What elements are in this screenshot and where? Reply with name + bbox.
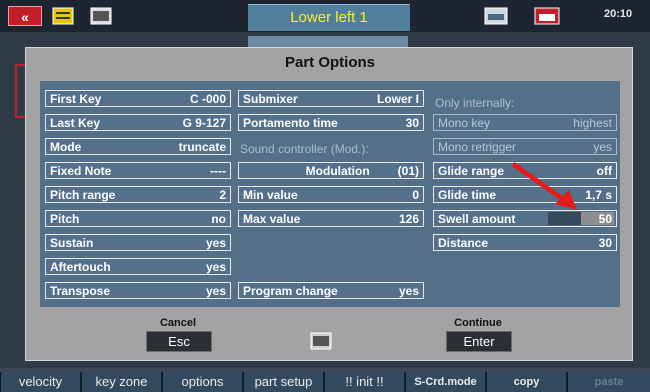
- annotation-arrow-icon: [511, 161, 577, 210]
- field-value: (01): [397, 163, 419, 178]
- field-label: Last Key: [50, 115, 101, 130]
- field-value: 126: [398, 211, 419, 226]
- back-double-chevron-icon[interactable]: «: [8, 6, 42, 26]
- field-value: yes: [205, 283, 226, 298]
- field-label: Pitch range: [50, 187, 116, 202]
- clock-time: 20:10: [604, 8, 633, 20]
- field-value: C -000: [189, 91, 226, 106]
- key-zone-button[interactable]: key zone: [81, 372, 161, 392]
- field-value: off: [596, 163, 612, 178]
- sound-controller-heading: Sound controller (Mod.):: [240, 142, 369, 156]
- esc-button[interactable]: Esc: [146, 331, 212, 352]
- field-value: 30: [598, 235, 612, 250]
- field-label: Mode: [50, 139, 82, 154]
- field-label: Submixer: [243, 91, 298, 106]
- field-label: Portamento time: [243, 115, 338, 130]
- init-button[interactable]: !! init !!: [324, 372, 404, 392]
- sustain-field[interactable]: Sustain yes: [45, 234, 231, 251]
- field-label: Aftertouch: [50, 259, 111, 274]
- transpose-field[interactable]: Transpose yes: [45, 282, 231, 299]
- field-value: yes: [205, 235, 226, 250]
- max-value-field[interactable]: Max value 126: [238, 210, 424, 227]
- dialog-title: Part Options: [284, 54, 375, 71]
- field-label: Glide range: [438, 163, 505, 178]
- split-icon[interactable]: [484, 6, 508, 26]
- portamento-time-field[interactable]: Portamento time 30: [238, 114, 424, 131]
- field-label: Swell amount: [438, 211, 516, 226]
- part-setup-button[interactable]: part setup: [243, 372, 323, 392]
- paste-button[interactable]: paste: [567, 372, 650, 392]
- field-label: Distance: [438, 235, 489, 250]
- field-value: truncate: [178, 139, 226, 154]
- field-label: Program change: [243, 283, 338, 298]
- field-value: no: [211, 211, 226, 226]
- aftertouch-field[interactable]: Aftertouch yes: [45, 258, 231, 275]
- cancel-label: Cancel: [159, 317, 197, 329]
- field-label: Mono key: [438, 115, 491, 130]
- field-label: Min value: [243, 187, 298, 202]
- modulation-field[interactable]: Modulation (01): [238, 162, 424, 179]
- last-key-field[interactable]: Last Key G 9-127: [45, 114, 231, 131]
- field-value: 2: [219, 187, 226, 202]
- field-label: Fixed Note: [50, 163, 112, 178]
- field-value: yes: [398, 283, 419, 298]
- min-value-field[interactable]: Min value 0: [238, 186, 424, 203]
- velocity-button[interactable]: velocity: [0, 372, 80, 392]
- field-label: Modulation: [305, 163, 370, 178]
- field-value: G 9-127: [182, 115, 226, 130]
- only-internally-heading: Only internally:: [435, 96, 515, 110]
- options-button[interactable]: options: [162, 372, 242, 392]
- field-label: Max value: [243, 211, 301, 226]
- keyboard-icon[interactable]: [90, 6, 112, 26]
- field-label: Mono retrigger: [438, 139, 517, 154]
- continue-label: Continue: [454, 317, 502, 329]
- mode-field[interactable]: Mode truncate: [45, 138, 231, 155]
- field-label: Sustain: [50, 235, 94, 250]
- field-label: First Key: [50, 91, 102, 106]
- first-key-field[interactable]: First Key C -000: [45, 90, 231, 107]
- mono-key-field[interactable]: Mono key highest: [433, 114, 617, 131]
- submixer-field[interactable]: Submixer Lower I: [238, 90, 424, 107]
- field-value: 0: [412, 187, 419, 202]
- mono-retrigger-field[interactable]: Mono retrigger yes: [433, 138, 617, 155]
- field-value: yes: [205, 259, 226, 274]
- enter-button[interactable]: Enter: [446, 331, 512, 352]
- field-label: Transpose: [50, 283, 111, 298]
- s-crd-mode-button[interactable]: S-Crd.mode: [405, 372, 485, 392]
- keyboard-icon: [310, 330, 332, 352]
- field-value: highest: [573, 115, 612, 130]
- field-value: yes: [593, 139, 612, 154]
- fixed-note-field[interactable]: Fixed Note ----: [45, 162, 231, 179]
- field-label: Pitch: [50, 211, 80, 226]
- preset-folder-icon[interactable]: [52, 6, 74, 26]
- pitch-field[interactable]: Pitch no: [45, 210, 231, 227]
- field-value: ----: [210, 163, 226, 178]
- copy-button[interactable]: copy: [486, 372, 566, 392]
- window-title: Lower left 1: [248, 4, 410, 31]
- field-label: Glide time: [438, 187, 497, 202]
- field-value: 50: [598, 211, 612, 226]
- program-change-field[interactable]: Program change yes: [238, 282, 424, 299]
- field-value: Lower I: [376, 91, 419, 106]
- on-off-icon[interactable]: [534, 6, 560, 26]
- field-value: 30: [405, 115, 419, 130]
- pitch-range-field[interactable]: Pitch range 2: [45, 186, 231, 203]
- distance-field[interactable]: Distance 30: [433, 234, 617, 251]
